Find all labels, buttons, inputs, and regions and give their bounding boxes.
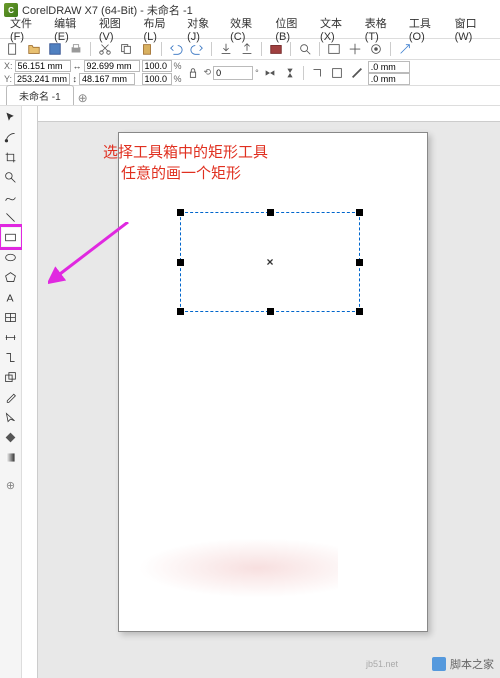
text-tool-icon[interactable]: A — [2, 288, 20, 306]
separator — [90, 42, 91, 56]
eyedropper-tool-icon[interactable] — [2, 388, 20, 406]
selected-rectangle[interactable]: × — [180, 212, 360, 312]
redo-icon[interactable] — [188, 40, 206, 58]
width-icon: ↔ — [73, 61, 82, 71]
resize-handle-br[interactable] — [356, 308, 363, 315]
new-icon[interactable] — [4, 40, 22, 58]
print-icon[interactable] — [67, 40, 85, 58]
separator — [319, 42, 320, 56]
rectangle-tool-icon[interactable] — [2, 228, 20, 246]
resize-handle-ml[interactable] — [177, 259, 184, 266]
dimension-tool-icon[interactable] — [2, 328, 20, 346]
rotation-icon: ⟲ — [204, 67, 212, 78]
zoom-tool-icon[interactable] — [2, 168, 20, 186]
separator — [303, 66, 304, 80]
size-group: ↔ ↕ — [73, 60, 140, 85]
height-input[interactable] — [79, 73, 135, 85]
watermark-text: 脚本之家 — [450, 656, 494, 672]
zoom-icon[interactable] — [296, 40, 314, 58]
watermark-url: jb51.net — [366, 659, 398, 669]
smart-tool-icon[interactable] — [2, 208, 20, 226]
snap-icon[interactable] — [346, 40, 364, 58]
corner-icon[interactable] — [308, 64, 326, 82]
property-bar: X: Y: ↔ ↕ % % ⟲ ° — [0, 60, 500, 86]
resize-handle-tl[interactable] — [177, 209, 184, 216]
outline-width-1[interactable] — [368, 61, 410, 73]
mirror-h-icon[interactable] — [261, 64, 279, 82]
polygon-tool-icon[interactable] — [2, 268, 20, 286]
site-watermark: jb51.net 脚本之家 — [366, 656, 494, 672]
work-area: A ⊕ 选择工具箱中的矩形工具 任意的画一个矩形 — [0, 106, 500, 678]
y-label: Y: — [4, 74, 12, 84]
save-icon[interactable] — [46, 40, 64, 58]
options-icon[interactable] — [367, 40, 385, 58]
position-group: X: Y: — [4, 60, 71, 85]
degree-label: ° — [255, 68, 259, 78]
scale-x-input[interactable] — [142, 60, 172, 72]
selection-center-icon: × — [266, 255, 273, 269]
separator — [290, 42, 291, 56]
toolbox: A ⊕ — [0, 106, 22, 678]
add-tab-icon[interactable]: ⊕ — [78, 91, 88, 105]
outline-width-2[interactable] — [368, 73, 410, 85]
connector-tool-icon[interactable] — [2, 348, 20, 366]
outline-tool-icon[interactable] — [2, 408, 20, 426]
separator — [211, 42, 212, 56]
resize-handle-tm[interactable] — [267, 209, 274, 216]
export-icon[interactable] — [238, 40, 256, 58]
vertical-ruler[interactable] — [22, 106, 38, 678]
effects-tool-icon[interactable] — [2, 368, 20, 386]
fullscreen-icon[interactable] — [325, 40, 343, 58]
ellipse-tool-icon[interactable] — [2, 248, 20, 266]
canvas-zone: 选择工具箱中的矩形工具 任意的画一个矩形 × — [38, 106, 500, 678]
horizontal-ruler[interactable] — [38, 106, 500, 122]
watermark-icon — [432, 657, 446, 671]
lock-ratio-icon[interactable] — [184, 64, 202, 82]
undo-icon[interactable] — [167, 40, 185, 58]
outline-pen-icon[interactable] — [348, 64, 366, 82]
percent-label: % — [174, 74, 182, 84]
svg-text:A: A — [6, 292, 14, 303]
menu-bar: 文件(F) 编辑(E) 视图(V) 布局(L) 对象(J) 效果(C) 位图(B… — [0, 20, 500, 38]
x-input[interactable] — [15, 60, 71, 72]
y-input[interactable] — [14, 73, 70, 85]
resize-handle-mr[interactable] — [356, 259, 363, 266]
document-tab[interactable]: 未命名 -1 — [6, 85, 74, 105]
fill-tool-icon[interactable] — [2, 428, 20, 446]
outline-group — [368, 61, 410, 85]
launch-icon[interactable] — [396, 40, 414, 58]
document-tab-bar: 未命名 -1 ⊕ — [0, 86, 500, 106]
interactive-fill-icon[interactable] — [2, 448, 20, 466]
crop-tool-icon[interactable] — [2, 148, 20, 166]
width-input[interactable] — [84, 60, 140, 72]
mirror-v-icon[interactable] — [281, 64, 299, 82]
copy-icon[interactable] — [117, 40, 135, 58]
shape-tool-icon[interactable] — [2, 128, 20, 146]
scale-y-input[interactable] — [142, 73, 172, 85]
separator — [390, 42, 391, 56]
add-tool-icon[interactable]: ⊕ — [2, 476, 20, 494]
menu-window[interactable]: 窗口(W) — [449, 13, 496, 45]
rotation-input[interactable] — [213, 66, 253, 80]
height-icon: ↕ — [73, 74, 78, 84]
wrap-icon[interactable] — [328, 64, 346, 82]
publish-icon[interactable] — [267, 40, 285, 58]
resize-handle-bl[interactable] — [177, 308, 184, 315]
cut-icon[interactable] — [96, 40, 114, 58]
paste-icon[interactable] — [138, 40, 156, 58]
import-icon[interactable] — [217, 40, 235, 58]
scale-group: % % — [142, 60, 182, 85]
x-label: X: — [4, 61, 13, 71]
pick-tool-icon[interactable] — [2, 108, 20, 126]
table-tool-icon[interactable] — [2, 308, 20, 326]
separator — [261, 42, 262, 56]
resize-handle-bm[interactable] — [267, 308, 274, 315]
open-icon[interactable] — [25, 40, 43, 58]
freehand-tool-icon[interactable] — [2, 188, 20, 206]
resize-handle-tr[interactable] — [356, 209, 363, 216]
separator — [161, 42, 162, 56]
canvas[interactable]: 选择工具箱中的矩形工具 任意的画一个矩形 × — [38, 122, 500, 678]
page — [118, 132, 428, 632]
percent-label: % — [174, 61, 182, 71]
